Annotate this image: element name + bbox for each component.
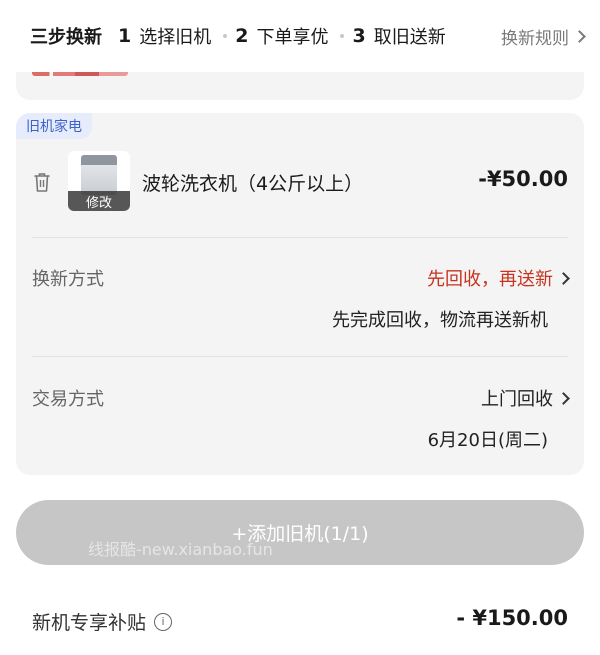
step-label: 下单享优: [256, 27, 329, 48]
chevron-right-icon: [573, 29, 586, 43]
steps-title: 三步换新: [30, 27, 102, 48]
info-icon[interactable]: i: [154, 612, 173, 631]
rules-label: 换新规则: [501, 28, 569, 49]
old-appliance-tag: 旧机家电: [16, 113, 92, 139]
trade-method-selector[interactable]: 上门回收: [481, 385, 570, 411]
trade-in-page: 三步换新 1 选择旧机 2 下单享优 3 取旧送新 换新规则 旧机家电 修改 波…: [0, 0, 600, 655]
step-3: 3 取旧送新: [352, 23, 445, 49]
rules-link[interactable]: 换新规则: [501, 24, 586, 49]
subsidy-value: - ¥150.00: [456, 606, 568, 630]
step-label: 选择旧机: [139, 27, 212, 48]
appliance-name: 波轮洗衣机（4公斤以上）: [142, 173, 364, 195]
exchange-method-label: 换新方式: [32, 269, 104, 290]
divider: [32, 237, 568, 238]
old-appliance-card: 旧机家电 修改 波轮洗衣机（4公斤以上） -¥50.00 换新方式 先回收，再送…: [16, 113, 584, 475]
trade-method-label: 交易方式: [32, 389, 104, 410]
watermark-text: 线报酷-new.xianbao.fun: [88, 540, 273, 559]
step-label: 取旧送新: [373, 27, 446, 48]
step-number: 2: [235, 25, 250, 47]
old-appliance-item: 修改 波轮洗衣机（4公斤以上） -¥50.00: [16, 151, 584, 213]
step-number: 1: [118, 25, 133, 47]
appliance-price: -¥50.00: [478, 167, 568, 191]
step-separator-dot: [340, 34, 345, 38]
exchange-method-desc: 先完成回收，物流再送新机: [332, 310, 548, 331]
steps-header: 三步换新 1 选择旧机 2 下单享优 3 取旧送新 换新规则: [0, 0, 600, 72]
trash-icon[interactable]: [32, 171, 52, 193]
step-1: 1 选择旧机: [118, 23, 211, 49]
exchange-method-selector[interactable]: 先回收，再送新: [427, 265, 570, 291]
trade-method-value: 上门回收: [481, 389, 553, 410]
chevron-right-icon: [557, 391, 570, 405]
trade-date: 6月20日(周二): [427, 430, 548, 451]
modify-label[interactable]: 修改: [68, 191, 130, 211]
subsidy-label: 新机专享补贴: [32, 612, 147, 634]
step-number: 3: [352, 25, 367, 47]
exchange-method-value: 先回收，再送新: [427, 269, 553, 290]
chevron-right-icon: [557, 271, 570, 285]
step-2: 2 下单享优: [235, 23, 328, 49]
new-device-subsidy: 新机专享补贴 i: [32, 608, 173, 635]
washer-lid-shape: [81, 155, 117, 165]
step-separator-dot: [223, 34, 228, 38]
washer-image[interactable]: 修改: [68, 151, 130, 211]
divider: [32, 356, 568, 357]
